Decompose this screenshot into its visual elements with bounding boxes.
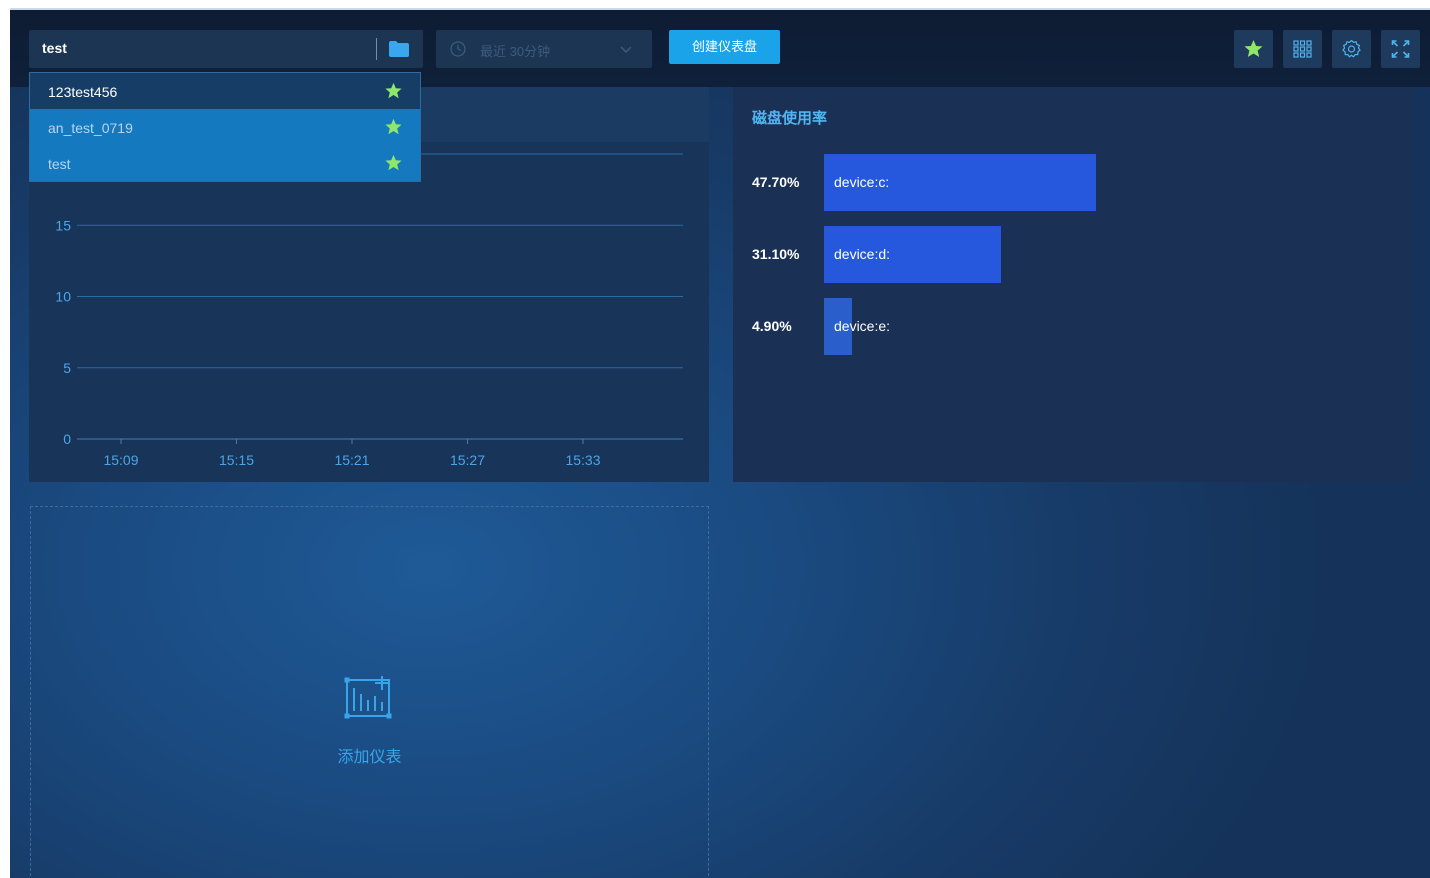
dropdown-item[interactable]: 123test456 <box>30 73 420 109</box>
dropdown-item[interactable]: an_test_0719 <box>30 109 420 145</box>
favorite-button[interactable] <box>1234 30 1273 68</box>
fullscreen-icon <box>1391 40 1410 58</box>
x-tick-label: 15:33 <box>565 452 600 468</box>
chevron-down-icon <box>620 46 632 54</box>
add-panel-label: 添加仪表 <box>337 749 402 766</box>
x-tick-label: 15:09 <box>103 452 138 468</box>
x-tick-label: 15:21 <box>334 452 369 468</box>
x-tick-label: 15:15 <box>219 452 254 468</box>
create-dashboard-button[interactable]: 创建仪表盘 <box>669 30 780 64</box>
y-tick-label: 10 <box>55 289 71 305</box>
panel-title: 磁盘使用率 <box>752 110 828 127</box>
add-panel-placeholder[interactable]: 添加仪表 <box>30 506 709 878</box>
clock-icon <box>450 41 466 57</box>
y-tick-label: 5 <box>63 360 71 376</box>
dashboard-dropdown: 123test456 an_test_0719test <box>29 72 421 182</box>
star-icon[interactable] <box>384 118 403 136</box>
bar-row: 31.10% device:d: <box>733 226 1413 284</box>
bar-category-label: device:d: <box>834 246 891 262</box>
x-tick-label: 15:27 <box>450 452 485 468</box>
dashboard-app: test 最近 30分钟 创建仪表盘 0 5 10 15 15:09 15:15… <box>10 8 1430 878</box>
folder-icon[interactable] <box>389 41 409 57</box>
dropdown-item-label: test <box>48 156 71 172</box>
bar-value-label: 4.90% <box>752 318 792 334</box>
bar-row: 47.70% device:c: <box>733 154 1413 212</box>
star-icon <box>1244 40 1263 57</box>
disk-usage-panel: 磁盘使用率 47.70% device:c: 31.10% device:d: 4.90… <box>733 87 1413 482</box>
bar-category-label: device:c: <box>834 174 890 190</box>
add-chart-icon <box>344 676 392 719</box>
star-icon[interactable] <box>384 82 403 100</box>
dropdown-item-label: 123test456 <box>48 84 118 100</box>
dropdown-item-label: an_test_0719 <box>48 120 133 136</box>
dropdown-item[interactable]: test <box>30 145 420 181</box>
grid-view-button[interactable] <box>1283 30 1322 68</box>
bar-value-label: 31.10% <box>752 246 800 262</box>
time-range-select[interactable]: 最近 30分钟 <box>436 30 652 68</box>
dashboard-select[interactable]: test <box>29 30 423 68</box>
bar-row: 4.90% device:e: <box>733 298 1413 356</box>
fullscreen-button[interactable] <box>1381 30 1420 68</box>
bar-category-label: device:e: <box>834 318 891 334</box>
star-icon[interactable] <box>384 154 403 172</box>
time-range-placeholder: 最近 30分钟 <box>480 44 551 59</box>
y-tick-label: 0 <box>63 431 71 447</box>
dashboard-select-value: test <box>42 40 67 56</box>
gear-icon <box>1342 39 1361 58</box>
bar-value-label: 47.70% <box>752 174 800 190</box>
y-tick-label: 15 <box>55 217 71 233</box>
select-separator <box>376 38 377 60</box>
grid-icon <box>1293 40 1312 58</box>
settings-button[interactable] <box>1332 30 1371 68</box>
